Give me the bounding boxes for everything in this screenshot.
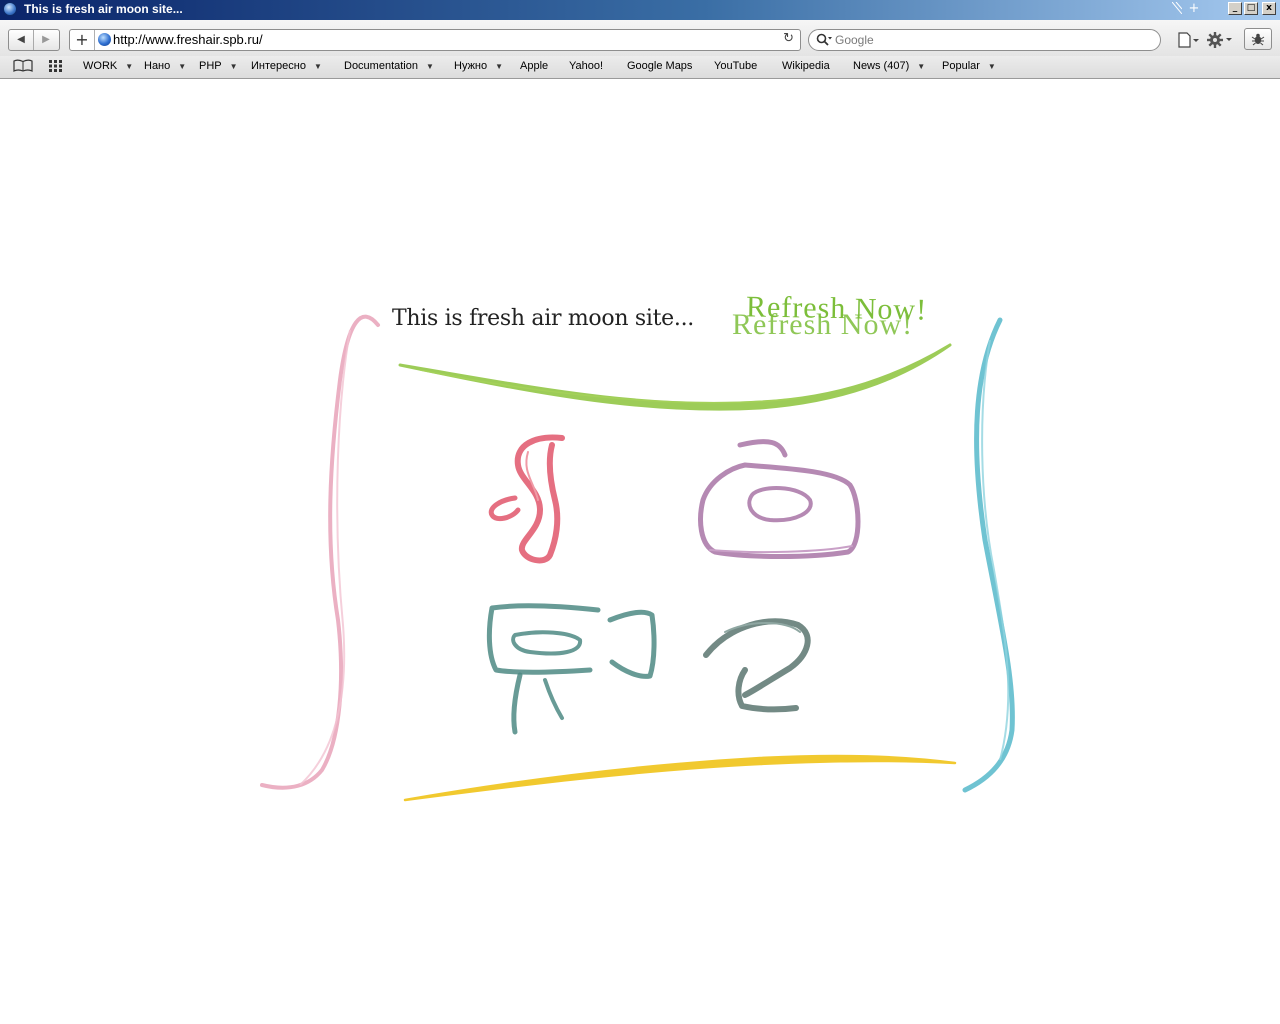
page-content: This is fresh air moon site... Refresh N…	[0, 80, 1280, 1024]
maximize-button[interactable]: □	[1244, 2, 1258, 15]
navigation-toolbar: ◀ ▶ + http://www.freshair.spb.ru/ ↻ Goog…	[0, 20, 1280, 56]
bookmark-popular[interactable]: Popular ▼	[942, 60, 996, 72]
chevron-down-icon: ▼	[495, 62, 504, 71]
bookmark-apple[interactable]: Apple	[520, 60, 548, 72]
purple-brush-glyph-icon	[698, 439, 861, 559]
cyan-right-stroke	[962, 317, 1015, 793]
bookmark-news[interactable]: News (407) ▼	[853, 60, 925, 72]
minimize-button[interactable]: _	[1228, 2, 1242, 15]
bookmark-php[interactable]: PHP ▼	[199, 60, 238, 72]
page-menu-icon[interactable]	[1176, 30, 1200, 50]
yellow-bottom-stroke	[403, 754, 957, 802]
back-button[interactable]: ◀	[9, 30, 34, 50]
green-top-stroke	[398, 343, 952, 411]
chevron-down-icon: ▼	[917, 62, 926, 71]
bookmark-youtube[interactable]: YouTube	[714, 60, 757, 72]
address-bar[interactable]: + http://www.freshair.spb.ru/ ↻	[69, 29, 801, 51]
top-sites-grid-icon[interactable]	[49, 59, 63, 73]
red-brush-glyph-icon	[488, 434, 565, 564]
bookmarks-bar: WORK ▼ Нано ▼ PHP ▼ Интересно ▼ Documentatio…	[0, 56, 1280, 79]
settings-gear-icon[interactable]	[1206, 30, 1234, 50]
bookmark-google-maps[interactable]: Google Maps	[627, 60, 692, 72]
resize-grip-icon	[1172, 2, 1182, 14]
add-bookmark-button[interactable]: +	[70, 30, 95, 50]
back-forward-group: ◀ ▶	[8, 29, 60, 51]
chevron-down-icon: ▼	[987, 62, 996, 71]
new-tab-button[interactable]: +	[1184, 2, 1204, 17]
site-title: This is fresh air moon site...	[392, 306, 694, 331]
bookmark-interesno[interactable]: Интересно ▼	[251, 60, 322, 72]
refresh-now-shadow: Refresh Now!	[732, 308, 914, 341]
bookmark-yahoo[interactable]: Yahoo!	[569, 60, 603, 72]
bookmark-documentation[interactable]: Documentation ▼	[344, 60, 434, 72]
teal-brush-glyph-icon	[486, 603, 657, 735]
site-globe-icon	[98, 33, 111, 46]
chevron-down-icon: ▼	[313, 62, 322, 71]
gray-brush-arrow-icon	[703, 618, 811, 713]
firebug-button[interactable]	[1244, 28, 1272, 50]
search-field[interactable]: Google	[808, 29, 1161, 51]
bookmark-wikipedia[interactable]: Wikipedia	[782, 60, 830, 72]
browser-app-icon	[3, 2, 17, 16]
forward-button[interactable]: ▶	[34, 30, 58, 50]
search-icon	[816, 33, 832, 46]
bug-icon	[1251, 33, 1265, 46]
window-title-bar: This is fresh air moon site... + _ □ x	[0, 0, 1280, 20]
bookmark-work[interactable]: WORK ▼	[83, 60, 133, 72]
chevron-down-icon: ▼	[125, 62, 134, 71]
chevron-down-icon: ▼	[178, 62, 187, 71]
reading-list-icon[interactable]	[13, 59, 33, 73]
bookmark-nano[interactable]: Нано ▼	[144, 60, 186, 72]
bookmark-nuzhno[interactable]: Нужно ▼	[454, 60, 503, 72]
chevron-down-icon: ▼	[229, 62, 238, 71]
chevron-down-icon: ▼	[426, 62, 434, 71]
brush-frame-illustration	[260, 314, 1015, 802]
search-placeholder: Google	[835, 33, 874, 47]
url-field[interactable]: http://www.freshair.spb.ru/	[113, 32, 263, 47]
close-button[interactable]: x	[1262, 2, 1276, 15]
pink-left-stroke	[260, 314, 380, 790]
reload-icon[interactable]: ↻	[783, 31, 794, 46]
window-title: This is fresh air moon site...	[24, 2, 183, 16]
